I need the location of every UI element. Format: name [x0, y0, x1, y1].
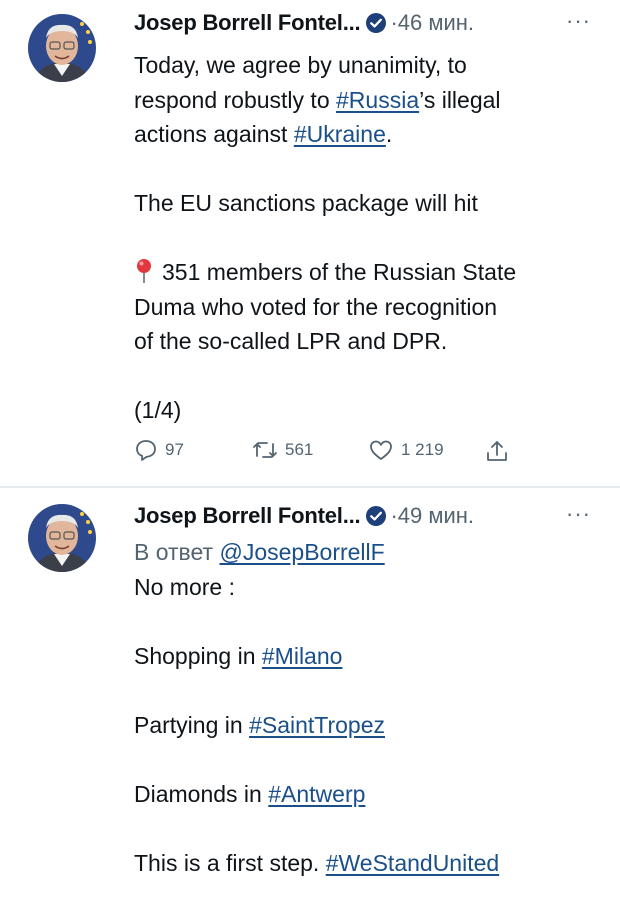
- text-line: Partying in #SaintTropez: [134, 708, 594, 743]
- text-fragment: ’s illegal: [419, 86, 501, 113]
- text-fragment: This is a first step.: [134, 849, 326, 876]
- text-line: actions against #Ukraine.: [134, 117, 594, 152]
- text-line: Duma who voted for the recognition: [134, 293, 498, 320]
- share-icon: [487, 441, 507, 461]
- hashtag-link[interactable]: #WeStandUnited: [326, 850, 499, 876]
- text-fragment: .: [385, 121, 393, 147]
- hashtag-link[interactable]: #Russia: [336, 87, 419, 113]
- text-line: of the so-called LPR and DPR.: [134, 328, 448, 354]
- reply-context: В ответ @JosepBorrellF: [134, 535, 594, 570]
- text-line: No more :: [134, 573, 235, 600]
- tweet-time[interactable]: ·49 мин.: [390, 503, 474, 529]
- text-line: (1/4): [134, 397, 182, 423]
- tweet-header: Josep Borrell Fontel... ·46 мин.: [134, 6, 474, 40]
- reply-handle-link[interactable]: @JosepBorrellF: [219, 539, 384, 565]
- avatar-portrait: [28, 14, 96, 82]
- retweet-count: 561: [285, 440, 314, 459]
- avatar-portrait: [28, 504, 96, 572]
- tweet-text: В ответ @JosepBorrellF No more : Shoppin…: [134, 535, 594, 880]
- text-fragment: respond robustly to: [134, 86, 337, 113]
- tweet-header: Josep Borrell Fontel... ·49 мин.: [134, 499, 474, 533]
- text-line: respond robustly to #Russia’s illegal: [134, 83, 594, 118]
- hashtag-link[interactable]: #Antwerp: [268, 781, 365, 807]
- text-fragment: Diamonds in: [134, 780, 269, 807]
- text-line: Diamonds in #Antwerp: [134, 777, 594, 812]
- tweet[interactable]: Josep Borrell Fontel... ·46 мин. ··· Tod…: [0, 0, 620, 487]
- tweet-text: Today, we agree by unanimity, to respond…: [134, 48, 594, 428]
- more-options-icon[interactable]: ···: [566, 501, 591, 527]
- verified-badge-icon: [366, 13, 387, 33]
- avatar[interactable]: [28, 504, 96, 572]
- text-fragment: actions against: [134, 121, 294, 147]
- author-name[interactable]: Josep Borrell Fontel...: [134, 10, 361, 36]
- retweet-button[interactable]: 561: [252, 438, 313, 462]
- text-fragment: 351 members of the Russian State: [162, 259, 517, 285]
- text-line: 351 members of the Russian State: [134, 255, 594, 290]
- hashtag-link[interactable]: #Milano: [262, 643, 343, 669]
- share-button[interactable]: [484, 438, 510, 464]
- text-line: This is a first step. #WeStandUnited: [134, 846, 594, 881]
- author-name[interactable]: Josep Borrell Fontel...: [134, 503, 361, 529]
- avatar[interactable]: [28, 14, 96, 82]
- tweet-actions: 97 561 1 219: [134, 438, 534, 468]
- heart-icon: [370, 440, 392, 460]
- text-fragment: Partying in: [134, 711, 250, 738]
- reply-prefix: В ответ: [134, 539, 220, 565]
- more-options-icon[interactable]: ···: [566, 8, 591, 34]
- verified-badge-icon: [366, 506, 387, 526]
- reply-button[interactable]: 97: [134, 438, 184, 462]
- text-line: The EU sanctions package will hit: [134, 190, 478, 216]
- tweet[interactable]: Josep Borrell Fontel... ·49 мин. ··· В о…: [0, 487, 620, 905]
- text-line: Shopping in #Milano: [134, 639, 594, 674]
- like-count: 1 219: [401, 440, 444, 459]
- hashtag-link[interactable]: #SaintTropez: [249, 712, 385, 738]
- like-button[interactable]: 1 219: [368, 438, 444, 462]
- pushpin-icon: [137, 259, 151, 283]
- text-fragment: Shopping in: [134, 642, 262, 669]
- tweet-time[interactable]: ·46 мин.: [390, 10, 474, 36]
- retweet-icon: [253, 442, 277, 458]
- reply-count: 97: [165, 440, 184, 459]
- text-line: Today, we agree by unanimity, to: [134, 52, 467, 78]
- reply-icon: [136, 440, 156, 461]
- hashtag-link[interactable]: #Ukraine: [294, 121, 386, 147]
